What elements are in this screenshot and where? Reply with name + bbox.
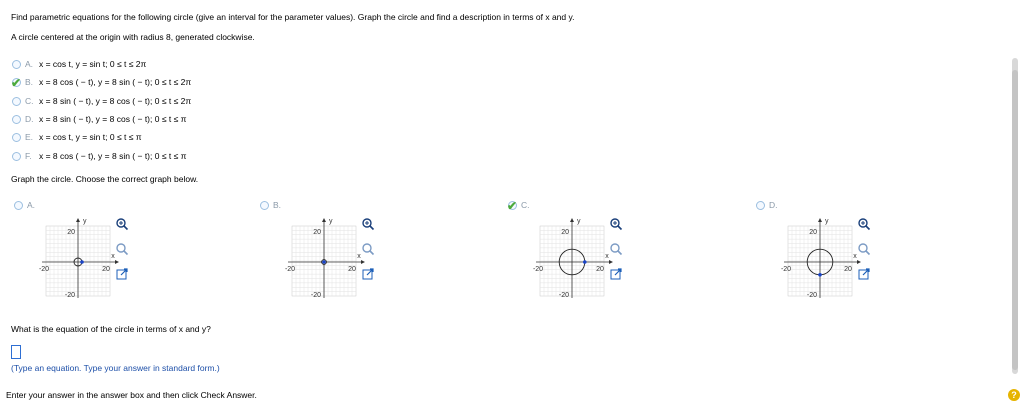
scrollbar-thumb[interactable] xyxy=(1012,70,1018,370)
open-external-icon[interactable] xyxy=(609,267,623,281)
start-point xyxy=(818,273,822,277)
graph-option-b[interactable]: B. xyxy=(260,200,287,210)
circle-graph: yx20-20-20 20 xyxy=(781,218,861,299)
circle-graph: yx20-20-20 20 xyxy=(285,218,365,299)
radio-button[interactable] xyxy=(12,151,21,161)
radio-button[interactable] xyxy=(756,200,765,210)
circle-graph: yx20-20-20 20 xyxy=(39,218,119,299)
answer-hint: (Type an equation. Type your answer in s… xyxy=(11,363,220,373)
radio-button[interactable] xyxy=(12,59,21,69)
graph-option-c[interactable]: ✔ C. xyxy=(507,198,535,213)
zoom-in-icon[interactable] xyxy=(115,217,129,231)
zoom-out-icon[interactable] xyxy=(361,242,375,256)
tick-xmax: 20 xyxy=(102,266,110,273)
zoom-out-icon[interactable] xyxy=(115,242,129,256)
graph-prompt: Graph the circle. Choose the correct gra… xyxy=(11,174,199,184)
circle-graph: yx20-20-20 20 xyxy=(533,218,613,299)
zoom-out-icon[interactable] xyxy=(609,242,623,256)
check-icon: ✔ xyxy=(11,75,22,90)
open-external-icon[interactable] xyxy=(361,267,375,281)
choice-d[interactable]: D. x = 8 sin ( − t), y = 8 cos ( − t); 0 … xyxy=(12,113,186,125)
y-axis-label: y xyxy=(577,218,581,225)
tick-ymin: -20 xyxy=(559,292,569,299)
tick-ymax: 20 xyxy=(313,229,321,236)
radio-button[interactable] xyxy=(260,200,269,210)
zoom-in-icon[interactable] xyxy=(609,217,623,231)
tick-xmax: 20 xyxy=(596,266,604,273)
radio-button[interactable] xyxy=(14,200,23,210)
choice-c[interactable]: C. x = 8 sin ( − t), y = 8 cos ( − t); 0 … xyxy=(12,95,191,107)
choice-letter: C. xyxy=(25,96,34,106)
start-point xyxy=(583,260,587,264)
choice-letter: E. xyxy=(25,132,34,142)
open-external-icon[interactable] xyxy=(115,267,129,281)
tick-ymin: -20 xyxy=(311,292,321,299)
tick-ymin: -20 xyxy=(65,292,75,299)
choice-formula: x = 8 sin ( − t), y = 8 cos ( − t); 0 ≤ … xyxy=(39,114,187,124)
radio-button[interactable] xyxy=(12,96,21,106)
start-point xyxy=(322,260,326,264)
choice-a[interactable]: A. x = cos t, y = sin t; 0 ≤ t ≤ 2π xyxy=(12,58,146,70)
y-axis-label: y xyxy=(83,218,87,225)
zoom-in-icon[interactable] xyxy=(361,217,375,231)
radio-button[interactable]: ✔ xyxy=(11,75,22,90)
choice-formula: x = cos t, y = sin t; 0 ≤ t ≤ π xyxy=(39,132,142,142)
choice-formula: x = 8 sin ( − t), y = 8 cos ( − t); 0 ≤ … xyxy=(39,96,192,106)
tick-ymin: -20 xyxy=(807,292,817,299)
footer-instructions: Enter your answer in the answer box and … xyxy=(6,390,257,400)
choice-formula: x = 8 cos ( − t), y = 8 sin ( − t); 0 ≤ … xyxy=(39,77,192,87)
radio-button[interactable] xyxy=(12,132,21,142)
tick-ymax: 20 xyxy=(809,229,817,236)
choice-b[interactable]: ✔ B. x = 8 cos ( − t), y = 8 sin ( − t); 0… xyxy=(11,75,192,90)
problem-statement: Find parametric equations for the follow… xyxy=(11,12,575,22)
problem-subtext: A circle centered at the origin with rad… xyxy=(11,32,255,42)
radio-button[interactable]: ✔ xyxy=(507,198,518,213)
graph-option-a[interactable]: A. xyxy=(14,200,41,210)
choice-letter: D. xyxy=(25,114,34,124)
zoom-out-icon[interactable] xyxy=(857,242,871,256)
tick-xmin: -20 xyxy=(533,266,543,273)
graph-option-d[interactable]: D. xyxy=(756,200,783,210)
choice-letter: F. xyxy=(25,151,32,161)
choice-letter: A. xyxy=(25,59,34,69)
check-icon: ✔ xyxy=(507,198,518,213)
help-icon[interactable]: ? xyxy=(1008,389,1020,401)
tick-xmax: 20 xyxy=(348,266,356,273)
choice-formula: x = 8 cos ( − t), y = 8 sin ( − t); 0 ≤ … xyxy=(39,151,187,161)
choice-letter: B. xyxy=(25,77,34,87)
tick-xmin: -20 xyxy=(39,266,49,273)
graph-letter: C. xyxy=(521,200,530,210)
choice-e[interactable]: E. x = cos t, y = sin t; 0 ≤ t ≤ π xyxy=(12,131,142,143)
y-axis-label: y xyxy=(329,218,333,225)
answer-input[interactable] xyxy=(11,345,21,359)
start-point xyxy=(80,260,84,264)
graph-letter: D. xyxy=(769,200,778,210)
graph-letter: B. xyxy=(273,200,282,210)
radio-button[interactable] xyxy=(12,114,21,124)
tick-xmin: -20 xyxy=(285,266,295,273)
open-external-icon[interactable] xyxy=(857,267,871,281)
tick-xmin: -20 xyxy=(781,266,791,273)
tick-xmax: 20 xyxy=(844,266,852,273)
equation-question: What is the equation of the circle in te… xyxy=(11,324,211,334)
zoom-in-icon[interactable] xyxy=(857,217,871,231)
graph-letter: A. xyxy=(27,200,36,210)
tick-ymax: 20 xyxy=(67,229,75,236)
tick-ymax: 20 xyxy=(561,229,569,236)
choice-formula: x = cos t, y = sin t; 0 ≤ t ≤ 2π xyxy=(39,59,147,69)
y-axis-label: y xyxy=(825,218,829,225)
choice-f[interactable]: F. x = 8 cos ( − t), y = 8 sin ( − t); 0 … xyxy=(12,150,186,162)
